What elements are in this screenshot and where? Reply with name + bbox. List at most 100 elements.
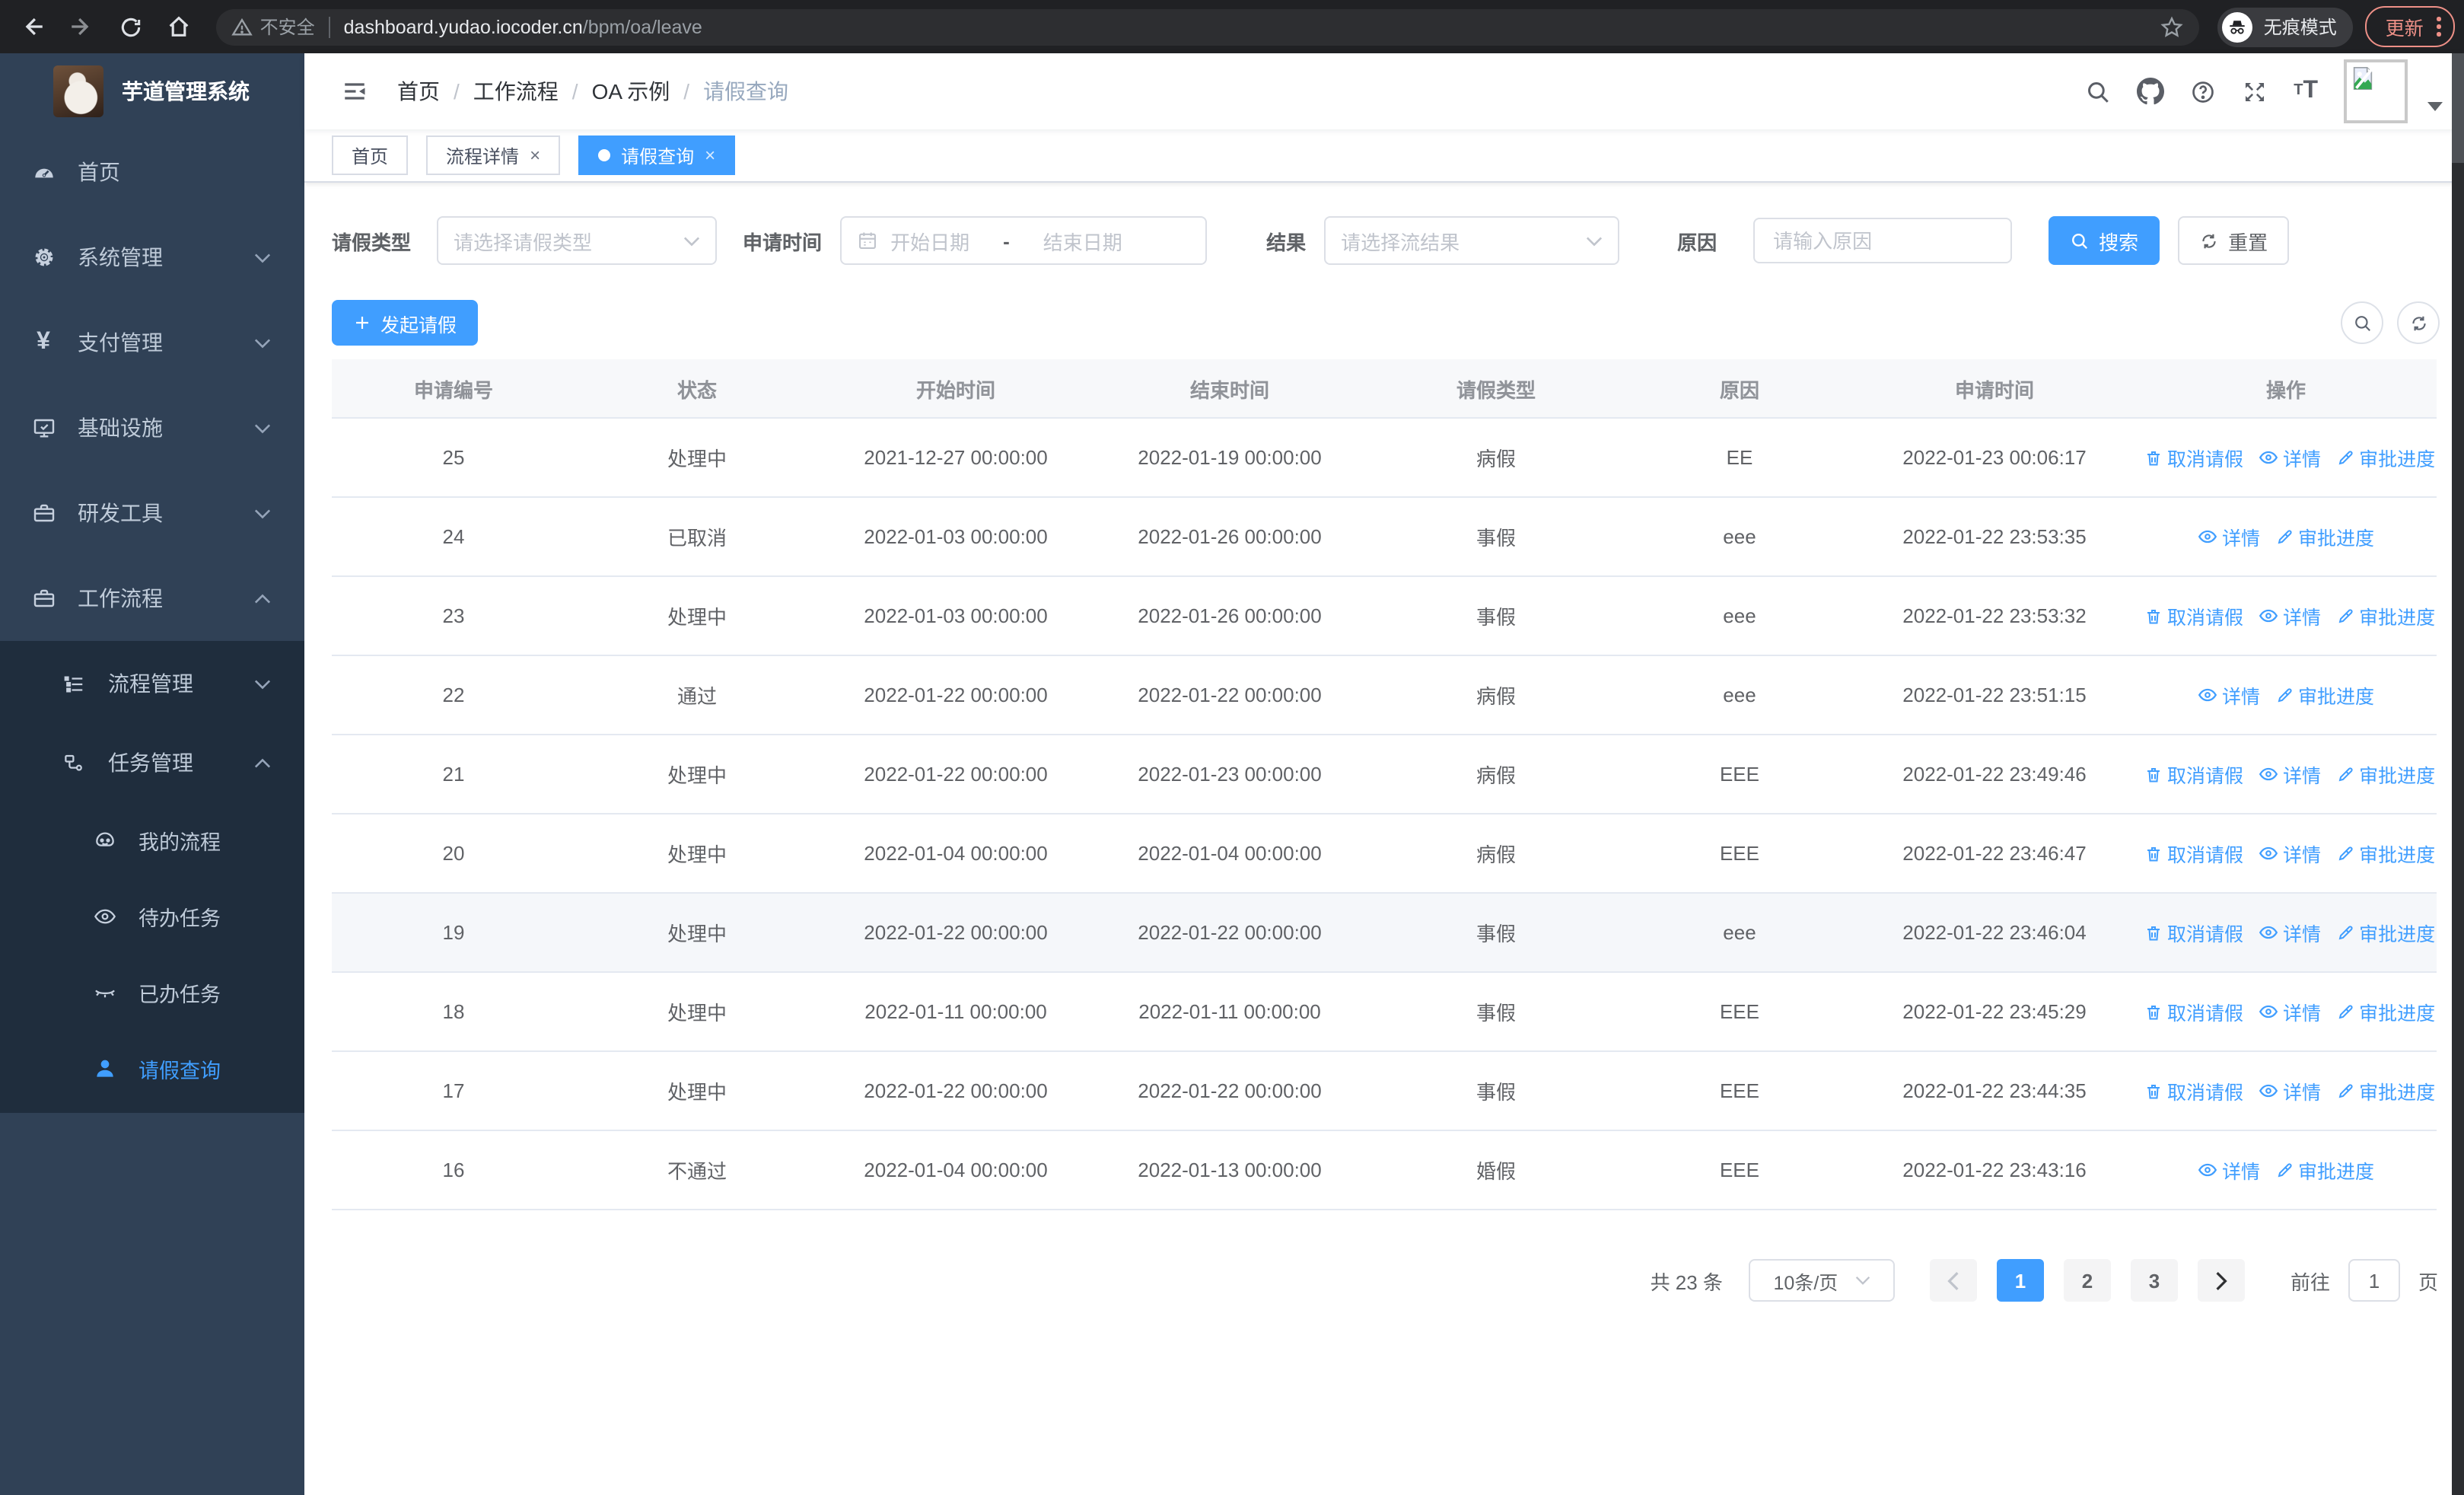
sidebar-item-workflow[interactable]: 工作流程 bbox=[0, 556, 304, 641]
leave-type-select[interactable]: 请选择请假类型 bbox=[437, 216, 718, 265]
browser-back-button[interactable] bbox=[15, 8, 52, 45]
action-progress-link[interactable]: 审批进度 bbox=[2336, 602, 2435, 631]
browser-toolbar: 不安全 dashboard.yudao.iocoder.cn /bpm/oa/l… bbox=[0, 0, 2464, 53]
table-row[interactable]: 23 处理中 2022-01-03 00:00:00 2022-01-26 00… bbox=[332, 576, 2437, 656]
action-progress-link[interactable]: 审批进度 bbox=[2336, 919, 2435, 948]
action-detail-link[interactable]: 详情 bbox=[2259, 839, 2321, 868]
action-detail-link[interactable]: 详情 bbox=[2198, 1156, 2260, 1184]
action-progress-link[interactable]: 审批进度 bbox=[2275, 523, 2374, 552]
table-row[interactable]: 25 处理中 2021-12-27 00:00:00 2022-01-19 00… bbox=[332, 418, 2437, 498]
browser-update-button[interactable]: 更新 bbox=[2365, 6, 2455, 47]
sidebar-item-label: 系统管理 bbox=[78, 245, 163, 269]
action-detail-link[interactable]: 详情 bbox=[2198, 681, 2260, 709]
font-size-icon[interactable]: TT bbox=[2294, 78, 2318, 104]
flow-icon bbox=[61, 751, 87, 774]
bookmark-star-icon[interactable] bbox=[2160, 14, 2185, 39]
table-row[interactable]: 20 处理中 2022-01-04 00:00:00 2022-01-04 00… bbox=[332, 814, 2437, 894]
action-progress-link[interactable]: 审批进度 bbox=[2275, 681, 2374, 710]
search-icon[interactable] bbox=[2085, 78, 2111, 104]
action-detail-link[interactable]: 详情 bbox=[2259, 760, 2321, 789]
reason-input[interactable] bbox=[1753, 218, 2013, 263]
scrollbar-thumb[interactable] bbox=[2452, 53, 2464, 163]
browser-forward-button[interactable] bbox=[64, 8, 100, 45]
cell-apply-time: 2022-01-23 00:06:17 bbox=[1854, 418, 2135, 498]
browser-menu-icon[interactable] bbox=[2437, 17, 2441, 37]
action-progress-link[interactable]: 审批进度 bbox=[2275, 1156, 2374, 1185]
table-refresh-button[interactable] bbox=[2397, 301, 2440, 344]
sidebar-item-todo-tasks[interactable]: 待办任务 bbox=[0, 878, 304, 955]
sidebar-item-leave-query[interactable]: 请假查询 bbox=[0, 1031, 304, 1107]
sidebar-item-my-process[interactable]: 我的流程 bbox=[0, 802, 304, 878]
page-button-3[interactable]: 3 bbox=[2130, 1259, 2178, 1302]
search-button[interactable]: 搜索 bbox=[2049, 216, 2160, 265]
page-button-1[interactable]: 1 bbox=[1996, 1259, 2044, 1302]
sidebar-item-task-mgmt[interactable]: 任务管理 bbox=[0, 723, 304, 802]
pen-icon bbox=[2336, 1082, 2354, 1101]
action-progress-link[interactable]: 审批进度 bbox=[2336, 444, 2435, 473]
action-cancel-link[interactable]: 取消请假 bbox=[2144, 1077, 2243, 1106]
tab-home[interactable]: 首页 bbox=[332, 135, 409, 175]
action-detail-link[interactable]: 详情 bbox=[2259, 918, 2321, 947]
avatar[interactable] bbox=[2344, 59, 2408, 123]
reset-button[interactable]: 重置 bbox=[2178, 216, 2290, 265]
prev-page-button[interactable] bbox=[1929, 1259, 1977, 1302]
action-cancel-link[interactable]: 取消请假 bbox=[2144, 998, 2243, 1027]
create-leave-button[interactable]: 发起请假 bbox=[332, 300, 479, 346]
sidebar-item-payment[interactable]: ¥ 支付管理 bbox=[0, 300, 304, 385]
table-row[interactable]: 16 不通过 2022-01-04 00:00:00 2022-01-13 00… bbox=[332, 1130, 2437, 1210]
breadcrumb-item-workflow[interactable]: 工作流程 bbox=[473, 76, 559, 107]
sidebar-item-infra[interactable]: 基础设施 bbox=[0, 385, 304, 470]
action-progress-link[interactable]: 审批进度 bbox=[2336, 840, 2435, 869]
tab-close-icon[interactable]: × bbox=[705, 146, 715, 164]
action-cancel-link[interactable]: 取消请假 bbox=[2144, 919, 2243, 948]
table-row[interactable]: 17 处理中 2022-01-22 00:00:00 2022-01-22 00… bbox=[332, 1051, 2437, 1131]
address-bar[interactable]: 不安全 dashboard.yudao.iocoder.cn /bpm/oa/l… bbox=[215, 8, 2200, 45]
browser-home-button[interactable] bbox=[161, 8, 198, 45]
action-cancel-link[interactable]: 取消请假 bbox=[2144, 760, 2243, 789]
result-select[interactable]: 请选择流结果 bbox=[1324, 216, 1620, 265]
cell-reason: EEE bbox=[1625, 972, 1854, 1052]
cell-actions: 取消请假 详情 审批进度 bbox=[2135, 972, 2437, 1052]
help-icon[interactable] bbox=[2190, 78, 2216, 104]
action-cancel-link[interactable]: 取消请假 bbox=[2144, 602, 2243, 631]
tab-leave-query[interactable]: 请假查询 × bbox=[578, 135, 736, 175]
action-progress-link[interactable]: 审批进度 bbox=[2336, 998, 2435, 1027]
apply-time-range-picker[interactable]: 开始日期 - 结束日期 bbox=[840, 216, 1208, 265]
tab-process-detail[interactable]: 流程详情 × bbox=[426, 135, 561, 175]
sidebar-item-process-mgmt[interactable]: 流程管理 bbox=[0, 644, 304, 723]
github-icon[interactable] bbox=[2137, 78, 2165, 105]
action-detail-link[interactable]: 详情 bbox=[2259, 601, 2321, 630]
browser-reload-button[interactable] bbox=[113, 8, 149, 45]
action-detail-link[interactable]: 详情 bbox=[2198, 522, 2260, 551]
fullscreen-icon[interactable] bbox=[2242, 78, 2268, 104]
action-cancel-link[interactable]: 取消请假 bbox=[2144, 444, 2243, 473]
table-row[interactable]: 19 处理中 2022-01-22 00:00:00 2022-01-22 00… bbox=[332, 893, 2437, 973]
table-row[interactable]: 18 处理中 2022-01-11 00:00:00 2022-01-11 00… bbox=[332, 972, 2437, 1052]
action-detail-link[interactable]: 详情 bbox=[2259, 443, 2321, 472]
cell-end-time: 2022-01-26 00:00:00 bbox=[1093, 576, 1367, 656]
breadcrumb-item-home[interactable]: 首页 bbox=[397, 76, 440, 107]
table-row[interactable]: 21 处理中 2022-01-22 00:00:00 2022-01-23 00… bbox=[332, 735, 2437, 814]
page-size-select[interactable]: 10条/页 bbox=[1748, 1259, 1895, 1302]
tab-close-icon[interactable]: × bbox=[530, 146, 540, 164]
sidebar-item-system[interactable]: 系统管理 bbox=[0, 215, 304, 300]
goto-page-input[interactable] bbox=[2348, 1259, 2400, 1302]
breadcrumb-item-oa[interactable]: OA 示例 bbox=[592, 76, 670, 107]
table-row[interactable]: 24 已取消 2022-01-03 00:00:00 2022-01-26 00… bbox=[332, 497, 2437, 577]
avatar-dropdown-caret[interactable] bbox=[2427, 102, 2443, 111]
page-button-2[interactable]: 2 bbox=[2063, 1259, 2111, 1302]
action-progress-link[interactable]: 审批进度 bbox=[2336, 1077, 2435, 1106]
sidebar-item-done-tasks[interactable]: 已办任务 bbox=[0, 955, 304, 1031]
action-progress-link[interactable]: 审批进度 bbox=[2336, 760, 2435, 789]
action-detail-link[interactable]: 详情 bbox=[2259, 997, 2321, 1026]
next-page-button[interactable] bbox=[2197, 1259, 2245, 1302]
action-detail-link[interactable]: 详情 bbox=[2259, 1076, 2321, 1105]
sidebar-collapse-icon[interactable] bbox=[341, 78, 368, 105]
action-cancel-link[interactable]: 取消请假 bbox=[2144, 840, 2243, 869]
table-search-toggle-button[interactable] bbox=[2341, 301, 2383, 344]
sidebar-item-home[interactable]: 首页 bbox=[0, 129, 304, 215]
app-logo[interactable]: 芋道管理系统 bbox=[0, 53, 304, 129]
sidebar-item-devtools[interactable]: 研发工具 bbox=[0, 470, 304, 556]
table-row[interactable]: 22 通过 2022-01-22 00:00:00 2022-01-22 00:… bbox=[332, 655, 2437, 735]
page-scrollbar[interactable] bbox=[2452, 53, 2464, 1495]
